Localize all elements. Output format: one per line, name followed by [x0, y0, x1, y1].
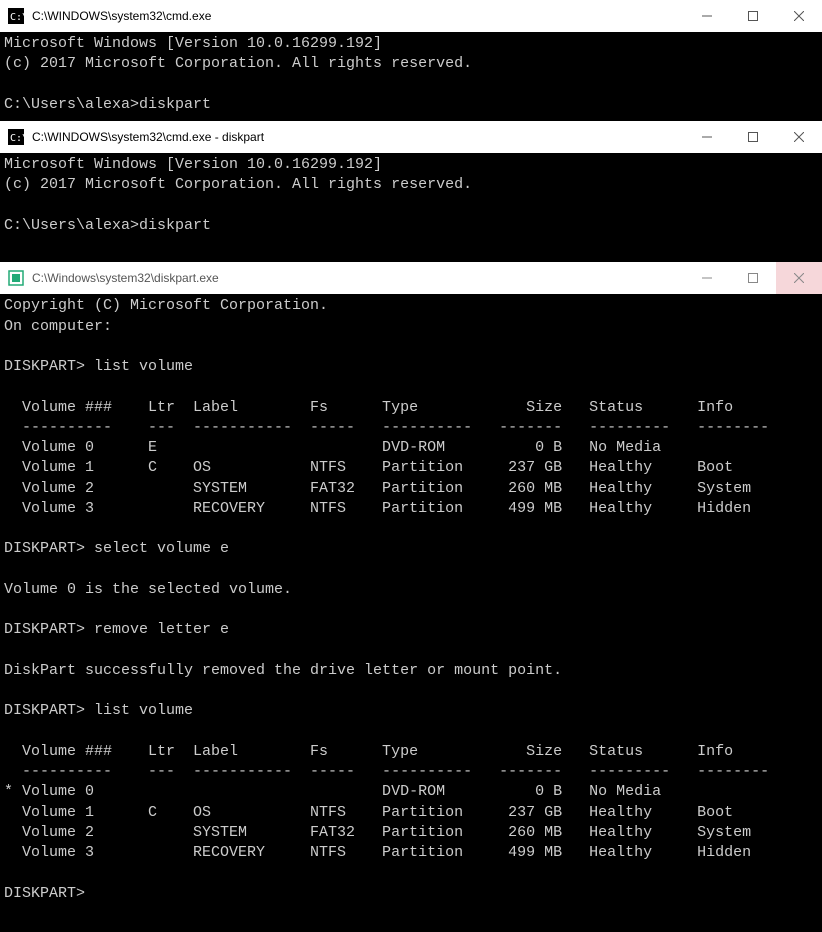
svg-text:C:\: C:\ — [10, 12, 24, 23]
diskpart-prompt: DISKPART> — [4, 885, 85, 902]
cmd-icon: C:\ — [8, 8, 24, 24]
cmd-window-2: C:\ C:\WINDOWS\system32\cmd.exe - diskpa… — [0, 121, 822, 262]
on-computer-label: On computer: — [4, 318, 112, 335]
console-output[interactable]: Microsoft Windows [Version 10.0.16299.19… — [0, 32, 822, 121]
command-input: select volume e — [94, 540, 229, 557]
output-message: Volume 0 is the selected volume. — [4, 581, 292, 598]
window-controls — [684, 121, 822, 153]
banner-line: Microsoft Windows [Version 10.0.16299.19… — [4, 35, 382, 52]
window-title: C:\WINDOWS\system32\cmd.exe — [32, 9, 684, 23]
copyright-line: Copyright (C) Microsoft Corporation. — [4, 297, 328, 314]
minimize-button[interactable] — [684, 121, 730, 153]
diskpart-prompt: DISKPART> — [4, 702, 85, 719]
diskpart-prompt: DISKPART> — [4, 540, 85, 557]
window-controls — [684, 262, 822, 294]
diskpart-window: C:\Windows\system32\diskpart.exe Copyrig… — [0, 262, 822, 910]
window-title: C:\Windows\system32\diskpart.exe — [32, 271, 684, 285]
close-button[interactable] — [776, 121, 822, 153]
console-output[interactable]: Microsoft Windows [Version 10.0.16299.19… — [0, 153, 822, 262]
minimize-button[interactable] — [684, 262, 730, 294]
command-input: list volume — [94, 358, 193, 375]
maximize-button[interactable] — [730, 262, 776, 294]
volume-table-1: Volume ### Ltr Label Fs Type Size Status… — [4, 399, 769, 517]
maximize-button[interactable] — [730, 121, 776, 153]
cmd-window-1: C:\ C:\WINDOWS\system32\cmd.exe Microsof… — [0, 0, 822, 121]
diskpart-prompt: DISKPART> — [4, 358, 85, 375]
maximize-button[interactable] — [730, 0, 776, 32]
output-message: DiskPart successfully removed the drive … — [4, 662, 562, 679]
console-output[interactable]: Copyright (C) Microsoft Corporation. On … — [0, 294, 822, 910]
prompt-line: C:\Users\alexa>diskpart — [4, 217, 211, 234]
close-button[interactable] — [776, 0, 822, 32]
minimize-button[interactable] — [684, 0, 730, 32]
banner-line: Microsoft Windows [Version 10.0.16299.19… — [4, 156, 382, 173]
diskpart-prompt: DISKPART> — [4, 621, 85, 638]
titlebar[interactable]: C:\ C:\WINDOWS\system32\cmd.exe - diskpa… — [0, 121, 822, 153]
cmd-icon: C:\ — [8, 129, 24, 145]
close-button[interactable] — [776, 262, 822, 294]
prompt-line: C:\Users\alexa>diskpart — [4, 96, 211, 113]
command-input: list volume — [94, 702, 193, 719]
command-input: remove letter e — [94, 621, 229, 638]
svg-text:C:\: C:\ — [10, 133, 24, 144]
banner-line: (c) 2017 Microsoft Corporation. All righ… — [4, 176, 472, 193]
computer-name-redacted — [121, 320, 281, 335]
volume-table-2: Volume ### Ltr Label Fs Type Size Status… — [4, 743, 769, 861]
window-controls — [684, 0, 822, 32]
titlebar[interactable]: C:\ C:\WINDOWS\system32\cmd.exe — [0, 0, 822, 32]
titlebar[interactable]: C:\Windows\system32\diskpart.exe — [0, 262, 822, 294]
diskpart-icon — [8, 270, 24, 286]
window-title: C:\WINDOWS\system32\cmd.exe - diskpart — [32, 130, 684, 144]
banner-line: (c) 2017 Microsoft Corporation. All righ… — [4, 55, 472, 72]
